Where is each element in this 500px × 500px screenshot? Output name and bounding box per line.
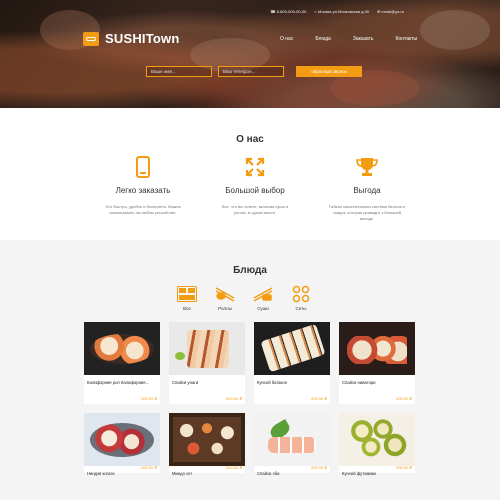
dish-card[interactable]: Ниндзя когасе 000.00 ₽ [84, 413, 160, 476]
dish-image [84, 322, 160, 375]
category-rolls[interactable]: Роллы [214, 285, 236, 311]
category-label: Все [183, 306, 191, 311]
sushi-logo-icon [83, 31, 99, 46]
dish-grid-row-2: Ниндзя когасе 000.00 ₽ Миндо сет 000.00 … [84, 413, 415, 476]
feature-title: Большой выбор [225, 186, 285, 195]
dish-image [339, 322, 415, 375]
dish-price: 000.00 ₽ [226, 396, 242, 401]
nav-dishes[interactable]: Блюда [315, 36, 330, 42]
dish-image [169, 413, 245, 466]
dish-grid: Калифорния рол Калифорния... 000.00 ₽ Сп… [84, 322, 415, 404]
trophy-icon [319, 154, 415, 180]
category-label: Сеты [295, 306, 307, 311]
dish-image [169, 322, 245, 375]
feature-text: Гибкая накопительная система баллов и ск… [329, 204, 405, 221]
about-title: О нас [236, 134, 264, 145]
dish-name: Спайси ниватори [342, 380, 376, 385]
dishes-title: Блюда [233, 265, 267, 276]
dish-price: 000.00 ₽ [141, 396, 157, 401]
dish-price: 000.00 ₽ [311, 396, 327, 401]
category-filter: Все Роллы Суши Сеты [176, 285, 312, 311]
feature-big-choice: Большой выбор Все, что вы хотите, включа… [207, 154, 303, 222]
name-input[interactable] [146, 66, 212, 77]
dish-image [254, 322, 330, 375]
feature-title: Выгода [353, 186, 381, 195]
hero-overlay [0, 0, 500, 108]
category-label: Роллы [218, 306, 232, 311]
address-info: ⌂ Москва ул.Московская д.00 [314, 9, 370, 14]
expand-arrows-icon [207, 154, 303, 180]
dish-card[interactable]: Спайси унаги 000.00 ₽ [169, 322, 245, 404]
dish-price: 000.00 ₽ [311, 465, 327, 470]
dish-card[interactable]: Кунсей футомаки 000.00 ₽ [339, 413, 415, 476]
dish-card[interactable]: Спайси ниватори 000.00 ₽ [339, 322, 415, 404]
logo-text: SUSHITown [105, 31, 180, 46]
sets-icon [290, 285, 312, 303]
category-all[interactable]: Все [176, 285, 198, 311]
feature-text: Это быстро, удобно и бесплатно. Можно ис… [105, 204, 181, 215]
dish-price: 000.00 ₽ [396, 396, 412, 401]
hero-banner: ☎ 8-800-000-00-00 ⌂ Москва ул.Московская… [0, 0, 500, 108]
phone-icon [95, 154, 191, 180]
feature-text: Все, что вы хотите, включая суши и роллы… [221, 204, 289, 215]
contact-bar: ☎ 8-800-000-00-00 ⌂ Москва ул.Московская… [271, 9, 404, 14]
callback-button[interactable]: обратный звонок [296, 66, 362, 77]
dish-image [254, 413, 330, 466]
dish-card[interactable]: Кунсей батакон 000.00 ₽ [254, 322, 330, 404]
main-nav: О нас Блюда Заказать Контакты [280, 36, 417, 42]
dish-card[interactable]: Спайси эби 000.00 ₽ [254, 413, 330, 476]
phone-info[interactable]: ☎ 8-800-000-00-00 [271, 9, 307, 14]
sushi-chopsticks-icon [252, 285, 274, 303]
callback-form: обратный звонок [146, 66, 362, 77]
nav-about[interactable]: О нас [280, 36, 293, 42]
dish-name: Спайси унаги [172, 380, 199, 385]
phone-input[interactable] [218, 66, 284, 77]
nav-contacts[interactable]: Контакты [396, 36, 418, 42]
email-info[interactable]: ✉ email@ya.ru [377, 9, 404, 14]
dish-price: 000.00 ₽ [396, 465, 412, 470]
dish-card[interactable]: Калифорния рол Калифорния... 000.00 ₽ [84, 322, 160, 404]
dish-price: 000.00 ₽ [141, 465, 157, 470]
category-sets[interactable]: Сеты [290, 285, 312, 311]
category-label: Суши [257, 306, 269, 311]
feature-easy-order: Легко заказать Это быстро, удобно и бесп… [95, 154, 191, 222]
dish-image [339, 413, 415, 466]
category-sushi[interactable]: Суши [252, 285, 274, 311]
feature-benefit: Выгода Гибкая накопительная система балл… [319, 154, 415, 222]
rolls-chopsticks-icon [214, 285, 236, 303]
dish-card[interactable]: Миндо сет 000.00 ₽ [169, 413, 245, 476]
nav-order[interactable]: Заказать [353, 36, 374, 42]
logo[interactable]: SUSHITown [83, 31, 180, 46]
all-dishes-icon [176, 285, 198, 303]
dish-name: Калифорния рол Калифорния... [87, 380, 149, 385]
dish-price: 000.00 ₽ [226, 465, 242, 470]
features: Легко заказать Это быстро, удобно и бесп… [95, 154, 415, 222]
dish-name: Кунсей батакон [257, 380, 288, 385]
about-section: О нас Легко заказать Это быстро, удобно … [0, 108, 500, 240]
feature-title: Легко заказать [115, 186, 171, 195]
dish-image [84, 413, 160, 466]
dishes-section: Блюда Все Роллы Суши Сеты Калифорния рол… [0, 240, 500, 500]
